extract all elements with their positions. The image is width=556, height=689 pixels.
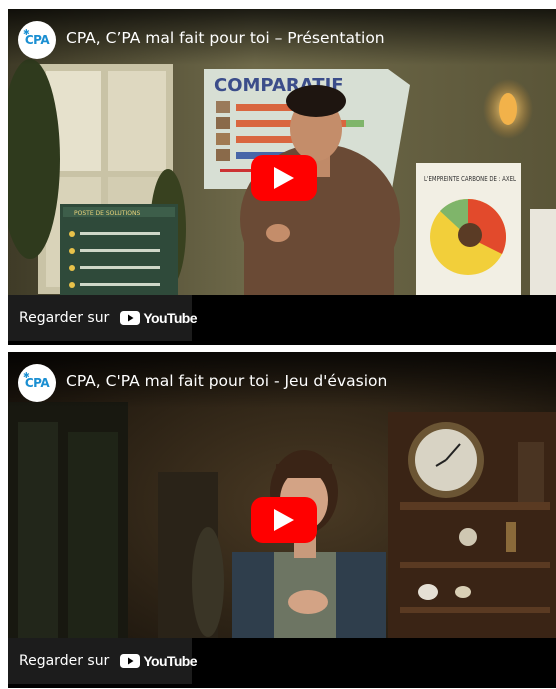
youtube-logo: YouTube xyxy=(120,310,198,326)
play-button[interactable] xyxy=(251,497,317,543)
video-title-bar: ✱ CPA CPA, C'PA mal fait pour toi - Jeu … xyxy=(8,352,556,408)
video-bottom-bar: Regarder sur YouTube xyxy=(8,638,556,688)
video-bottom-bar: Regarder sur YouTube xyxy=(8,295,556,345)
watch-on-label: Regarder sur xyxy=(19,310,110,326)
play-icon xyxy=(274,167,294,189)
video-title[interactable]: CPA, C'PA mal fait pour toi - Jeu d'évas… xyxy=(66,372,387,390)
video-embed-presentation[interactable]: COMPARATIF POSTE DE SOLUTIONS L'EMPREINT… xyxy=(8,9,556,345)
video-embed-escape-game[interactable]: ✱ CPA CPA, C'PA mal fait pour toi - Jeu … xyxy=(8,352,556,688)
carbon-board-title: L'EMPREINTE CARBONE DE : AXEL xyxy=(424,175,516,183)
youtube-play-icon xyxy=(120,311,141,325)
channel-avatar[interactable]: ✱ CPA xyxy=(18,364,56,402)
solutions-board-title: POSTE DE SOLUTIONS xyxy=(74,210,140,217)
play-button[interactable] xyxy=(251,155,317,201)
video-title[interactable]: CPA, C’PA mal fait pour toi – Présentati… xyxy=(66,29,385,47)
channel-avatar[interactable]: ✱ CPA xyxy=(18,21,56,59)
video-title-bar: ✱ CPA CPA, C’PA mal fait pour toi – Prés… xyxy=(8,9,556,65)
youtube-logo-text: YouTube xyxy=(143,653,197,669)
youtube-logo: YouTube xyxy=(120,653,198,669)
play-icon xyxy=(274,509,294,531)
cpa-star-icon: ✱ xyxy=(23,28,30,37)
cpa-star-icon: ✱ xyxy=(23,371,30,380)
youtube-play-icon xyxy=(120,654,141,668)
watch-on-youtube-button[interactable]: Regarder sur YouTube xyxy=(8,295,198,341)
watch-on-label: Regarder sur xyxy=(19,653,110,669)
youtube-logo-text: YouTube xyxy=(143,310,197,326)
watch-on-youtube-button[interactable]: Regarder sur YouTube xyxy=(8,638,198,684)
